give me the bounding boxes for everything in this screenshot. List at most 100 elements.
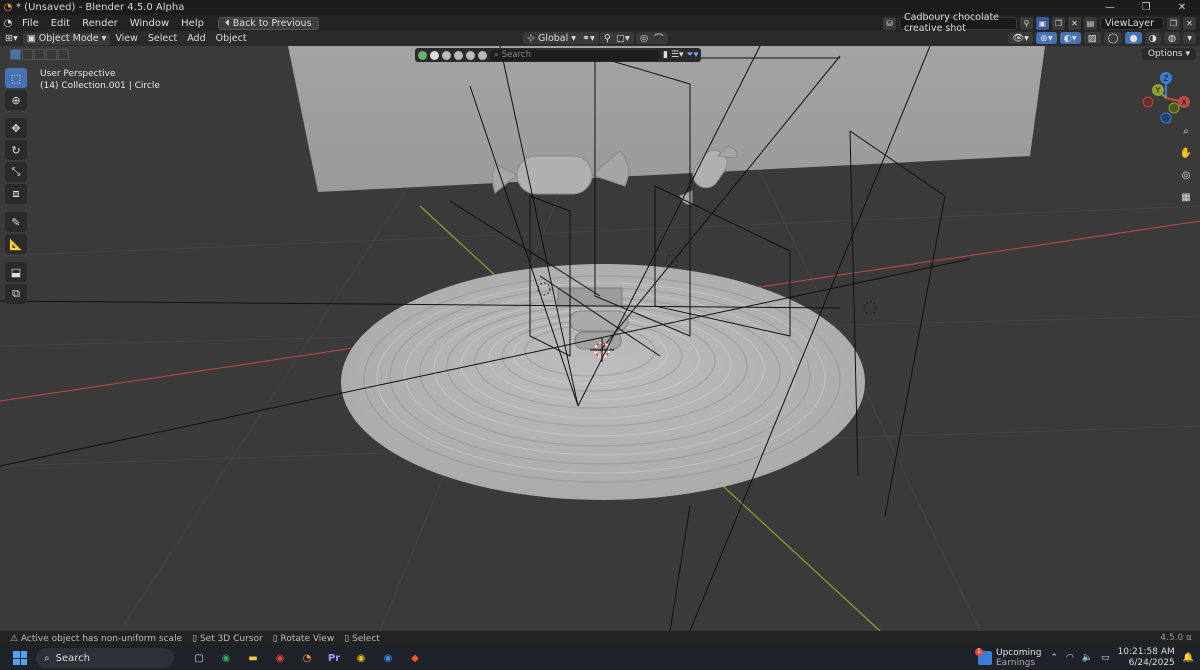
transform-tool[interactable]: ⧈ <box>5 184 27 204</box>
pivot-dropdown[interactable]: ⚭▾ <box>578 32 599 44</box>
menu-file[interactable]: File <box>16 18 45 29</box>
file-explorer-icon[interactable]: ▬ <box>243 649 263 667</box>
menu-add[interactable]: Add <box>182 33 210 44</box>
select-subtract-icon[interactable] <box>34 49 45 60</box>
minimize-button[interactable]: — <box>1092 0 1128 15</box>
copy-scene-icon[interactable]: ❐ <box>1052 16 1065 30</box>
menu-select[interactable]: Select <box>143 33 182 44</box>
menu-render[interactable]: Render <box>76 18 124 29</box>
proportional-falloff-dropdown[interactable]: ⌒ <box>650 32 668 45</box>
delete-view-layer-icon[interactable]: ✕ <box>1183 16 1196 30</box>
navigation-gizmo[interactable]: Z X Y <box>1138 70 1194 126</box>
light-filter-icon[interactable] <box>454 50 463 60</box>
scene-icon[interactable]: ⛁ <box>883 16 896 30</box>
gizmo-toggle[interactable]: ⊕▾ <box>1035 32 1057 44</box>
notification-bell-icon[interactable]: 🔔 <box>1183 653 1194 663</box>
mode-dropdown[interactable]: ▣ Object Mode ▾ <box>22 32 111 45</box>
viewport-scene[interactable] <box>0 46 1200 631</box>
menu-edit[interactable]: Edit <box>45 18 76 29</box>
delete-scene-icon[interactable]: ✕ <box>1068 16 1081 30</box>
select-box-tool[interactable]: ⬚ <box>5 68 27 88</box>
search-icon: ⌕ <box>44 652 50 664</box>
menu-object[interactable]: Object <box>211 33 252 44</box>
mesh-filter-icon[interactable] <box>430 50 439 60</box>
brave-icon[interactable]: ◆ <box>405 649 425 667</box>
editor-type-icon[interactable]: ⊞▾ <box>0 33 23 44</box>
chrome-3-icon[interactable]: ◉ <box>351 649 371 667</box>
select-new-icon[interactable] <box>10 49 21 60</box>
cursor-tool[interactable]: ⊕ <box>5 90 27 110</box>
scene-name-field[interactable]: Cadboury chocolate creative shot <box>899 12 1017 34</box>
chrome-4-icon[interactable]: ◉ <box>378 649 398 667</box>
pan-hand-icon[interactable]: ✋ <box>1177 144 1195 162</box>
news-widget[interactable]: 1 Upcoming Earnings <box>975 648 1041 668</box>
close-button[interactable]: ✕ <box>1164 0 1200 15</box>
material-shading[interactable]: ◑ <box>1144 32 1161 44</box>
chrome-icon[interactable]: ◉ <box>216 649 236 667</box>
chevron-down-icon: ▾ <box>571 32 577 44</box>
wireframe-shading[interactable]: ◯ <box>1103 32 1123 44</box>
backdrop-wall[interactable] <box>288 46 1045 192</box>
scale-tool[interactable]: ⤡ <box>5 162 27 182</box>
rendered-shading[interactable]: ◍ <box>1163 32 1181 44</box>
view-layer-icon[interactable]: ▤ <box>1084 16 1097 30</box>
warning-icon: ⚠ <box>10 633 21 644</box>
blender-logo-icon: ◔ <box>3 2 13 13</box>
options-dropdown[interactable]: Options ▾ <box>1141 48 1196 60</box>
measure-tool[interactable]: 📐 <box>5 234 27 254</box>
windows-start-icon[interactable] <box>10 648 30 668</box>
filter-icon[interactable]: ⏷▾ <box>687 50 699 60</box>
wifi-icon[interactable]: ◠ <box>1066 653 1074 663</box>
add-object-tool[interactable]: ⧉ <box>5 284 27 304</box>
view-layer-field[interactable]: ViewLayer <box>1100 16 1164 30</box>
solid-shading[interactable]: ● <box>1125 32 1142 44</box>
pin-icon[interactable]: ⚲ <box>1020 16 1033 30</box>
maximize-button[interactable]: ❐ <box>1128 0 1164 15</box>
blender-icon[interactable]: ◔ <box>297 649 317 667</box>
snap-dropdown[interactable]: ▢▾ <box>612 32 634 44</box>
transform-orientation-dropdown[interactable]: ⊹ Global ▾ <box>523 32 581 44</box>
window-controls: — ❐ ✕ <box>1092 0 1200 15</box>
rotate-tool[interactable]: ↻ <box>5 140 27 160</box>
clock[interactable]: 10:21:58 AM 6/24/2025 <box>1118 647 1175 669</box>
ortho-grid-icon[interactable]: ▦ <box>1177 188 1195 206</box>
select-intersect-icon[interactable] <box>58 49 69 60</box>
camera-view-icon[interactable]: ◎ <box>1177 166 1195 184</box>
empty-filter-icon[interactable] <box>466 50 475 60</box>
blender-menu-icon[interactable]: ◔ <box>0 18 16 29</box>
menu-help[interactable]: Help <box>175 18 210 29</box>
xray-toggle[interactable]: ▨ <box>1083 32 1101 44</box>
battery-icon[interactable]: ▭ <box>1101 653 1110 663</box>
visibility-dropdown[interactable]: 👁▾ <box>1008 32 1033 44</box>
3d-viewport[interactable]: ⌕ Search ▮ ☰▾ ⏷▾ Options ▾ User Perspect… <box>0 46 1200 631</box>
news-widget-icon: 1 <box>975 648 992 665</box>
move-tool[interactable]: ✥ <box>5 118 27 138</box>
camera-filter-icon[interactable] <box>442 50 451 60</box>
copy-view-layer-icon[interactable]: ❐ <box>1167 16 1180 30</box>
chevron-up-icon[interactable]: ⌃ <box>1050 653 1058 663</box>
overlay-toggle[interactable]: ◐▾ <box>1059 32 1081 44</box>
viewport-search-input[interactable]: ⌕ Search <box>490 49 660 61</box>
bookmark-icon[interactable]: ▮ <box>663 50 668 60</box>
volume-icon[interactable]: 🔈 <box>1082 653 1093 663</box>
task-view-icon[interactable]: ▢ <box>189 649 209 667</box>
collection-color-icon[interactable] <box>418 50 427 60</box>
menu-window[interactable]: Window <box>124 18 175 29</box>
top-menubar: ◔ File Edit Render Window Help ⏴ Back to… <box>0 12 1200 34</box>
other-filter-icon[interactable] <box>478 50 487 60</box>
list-view-icon[interactable]: ☰▾ <box>671 50 684 60</box>
zoom-icon[interactable]: ⌕ <box>1177 122 1195 140</box>
chrome-2-icon[interactable]: ◉ <box>270 649 290 667</box>
taskbar-search[interactable]: ⌕ Search <box>36 648 174 668</box>
taskbar-apps: ▢ ◉ ▬ ◉ ◔ Pr ◉ ◉ ◆ <box>182 649 425 667</box>
annotate-tool[interactable]: ✎ <box>5 212 27 232</box>
shading-options-dropdown[interactable]: ▾ <box>1183 32 1196 44</box>
back-to-previous-button[interactable]: ⏴ Back to Previous <box>217 16 319 30</box>
new-scene-icon[interactable]: ▣ <box>1036 16 1049 30</box>
select-extend-icon[interactable] <box>22 49 33 60</box>
select-difference-icon[interactable] <box>46 49 57 60</box>
back-icon: ⏴ <box>224 17 230 29</box>
menu-view[interactable]: View <box>110 33 143 44</box>
premiere-icon[interactable]: Pr <box>324 649 344 667</box>
add-cube-tool[interactable]: ⬓ <box>5 262 27 282</box>
